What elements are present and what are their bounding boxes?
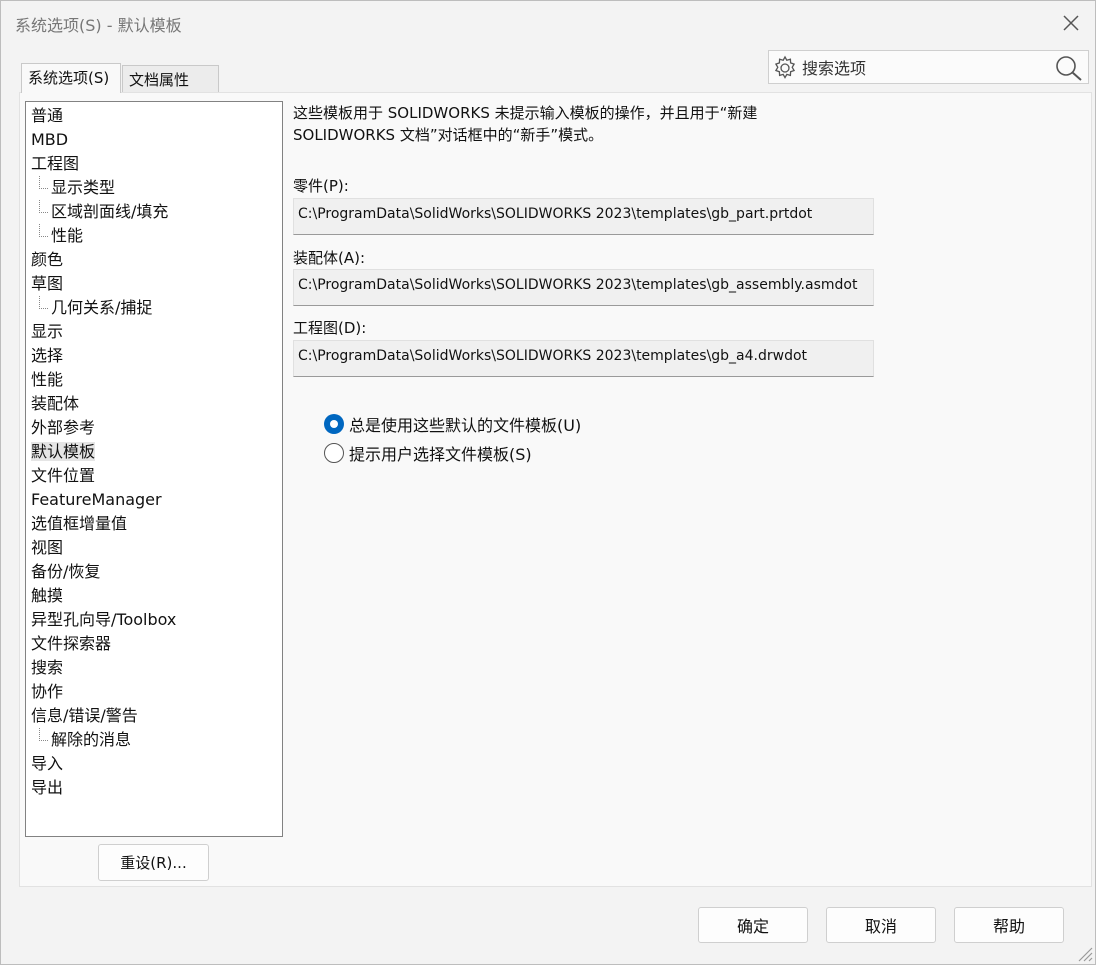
tree-item-display[interactable]: 显示 [26,320,282,344]
description-line-1: 这些模板用于 SOLIDWORKS 未提示输入模板的操作，并且用于“新建 [293,104,758,122]
ok-button[interactable]: 确定 [698,907,808,943]
assembly-template-field[interactable]: C:\ProgramData\SolidWorks\SOLIDWORKS 202… [293,269,874,306]
reset-button[interactable]: 重设(R)... [98,844,209,881]
description-text: 这些模板用于 SOLIDWORKS 未提示输入模板的操作，并且用于“新建 SOL… [293,102,853,146]
cancel-button[interactable]: 取消 [826,907,936,943]
close-button[interactable] [1057,9,1085,37]
tree-item-view[interactable]: 视图 [26,536,282,560]
description-line-2: SOLIDWORKS 文档”对话框中的“新手”模式。 [293,126,604,144]
tab-document-properties[interactable]: 文档属性(D) [122,65,219,108]
title-bar: 系统选项(S) - 默认模板 [1,1,1095,45]
tree-item-sketch[interactable]: 草图 [26,272,282,296]
tree-item-drawing-performance[interactable]: 性能 [26,224,282,248]
tree-item-mbd[interactable]: MBD [26,128,282,152]
tree-item-collaboration[interactable]: 协作 [26,680,282,704]
part-template-label: 零件(P): [293,177,349,195]
tree-item-touch[interactable]: 触摸 [26,584,282,608]
options-dialog: 系统选项(S) - 默认模板 系统选项(S) 文档属性(D) 普通 MBD 工程… [0,0,1096,965]
tree-item-default-templates[interactable]: 默认模板 [26,440,282,464]
tree-item-drawings[interactable]: 工程图 [26,152,282,176]
search-box [768,50,1089,84]
tree-item-assemblies[interactable]: 装配体 [26,392,282,416]
tree-item-dismissed-messages[interactable]: 解除的消息 [26,728,282,752]
tree-item-performance[interactable]: 性能 [26,368,282,392]
tree-item-import[interactable]: 导入 [26,752,282,776]
tree-item-display-style[interactable]: 显示类型 [26,176,282,200]
drawing-template-label: 工程图(D): [293,319,367,337]
radio-always-label: 总是使用这些默认的文件模板(U) [349,416,582,435]
radio-always-use-defaults[interactable]: 总是使用这些默认的文件模板(U) [324,412,581,436]
tree-item-file-explorer[interactable]: 文件探索器 [26,632,282,656]
tree-item-selection[interactable]: 选择 [26,344,282,368]
tree-item-spin-box-increments[interactable]: 选值框增量值 [26,512,282,536]
radio-unchecked-icon[interactable] [324,443,344,463]
tree-item-colors[interactable]: 颜色 [26,248,282,272]
assembly-template-label: 装配体(A): [293,249,366,267]
tree-item-file-locations[interactable]: 文件位置 [26,464,282,488]
help-button[interactable]: 帮助 [954,907,1064,943]
tree-item-backup-recover[interactable]: 备份/恢复 [26,560,282,584]
close-icon [1063,15,1079,31]
tree-item-external-references[interactable]: 外部参考 [26,416,282,440]
tree-item-relations-snaps[interactable]: 几何关系/捕捉 [26,296,282,320]
resize-grip-icon[interactable] [1073,942,1093,962]
radio-prompt-user[interactable]: 提示用户选择文件模板(S) [324,441,532,465]
tree-item-search[interactable]: 搜索 [26,656,282,680]
radio-prompt-label: 提示用户选择文件模板(S) [349,445,532,464]
options-tree: 普通 MBD 工程图 显示类型 区域剖面线/填充 性能 颜色 草图 几何关系/捕… [25,101,283,837]
tab-system-options[interactable]: 系统选项(S) [21,63,121,93]
search-input[interactable] [802,55,1042,81]
gear-icon[interactable] [771,54,799,82]
drawing-template-field[interactable]: C:\ProgramData\SolidWorks\SOLIDWORKS 202… [293,340,874,377]
tree-item-general[interactable]: 普通 [26,104,282,128]
part-template-field[interactable]: C:\ProgramData\SolidWorks\SOLIDWORKS 202… [293,198,874,235]
window-title: 系统选项(S) - 默认模板 [15,16,182,35]
radio-checked-icon[interactable] [324,414,344,434]
tree-item-hole-wizard-toolbox[interactable]: 异型孔向导/Toolbox [26,608,282,632]
tree-item-featuremanager[interactable]: FeatureManager [26,488,282,512]
search-icon[interactable] [1054,54,1084,82]
tree-item-export[interactable]: 导出 [26,776,282,800]
tree-item-area-hatch-fill[interactable]: 区域剖面线/填充 [26,200,282,224]
tree-item-messages-errors-warnings[interactable]: 信息/错误/警告 [26,704,282,728]
